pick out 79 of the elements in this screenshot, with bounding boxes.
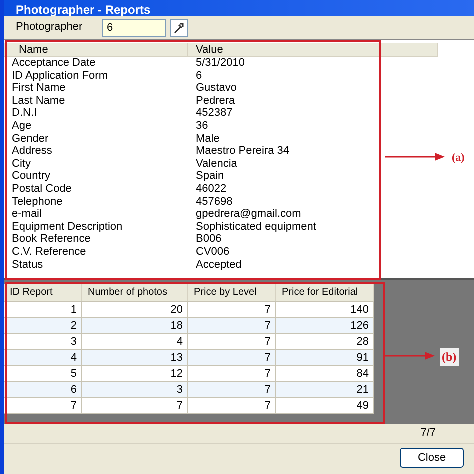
table-cell: 7: [82, 398, 188, 413]
column-header[interactable]: ID Report: [4, 284, 82, 301]
property-value: 457698: [196, 196, 233, 208]
table-cell: 1: [4, 302, 82, 317]
property-name: City: [12, 158, 32, 170]
property-value: 5/31/2010: [196, 57, 245, 70]
property-value: Male: [196, 132, 220, 146]
property-name: Address: [12, 145, 54, 158]
property-value: Pedrera: [196, 94, 236, 108]
property-name: Telephone: [12, 196, 64, 208]
window-title: Photographer - Reports: [16, 4, 151, 16]
property-name: First Name: [12, 82, 67, 95]
column-header[interactable]: Price by Level: [188, 284, 276, 301]
table-cell: 3: [4, 334, 82, 349]
table-cell: 84: [276, 366, 374, 381]
table-cell: 12: [82, 366, 188, 381]
table-cell: 21: [276, 382, 374, 397]
annotation-label: (a): [452, 151, 465, 166]
arrow: [385, 352, 435, 360]
table-cell: 4: [82, 334, 188, 349]
property-value: Valencia: [196, 158, 238, 170]
table-cell: 13: [82, 350, 188, 365]
record-counter: 7/7: [420, 426, 436, 442]
property-value: 36: [196, 120, 208, 133]
close-button[interactable]: Close: [400, 448, 464, 468]
table-cell: 7: [188, 302, 276, 317]
column-header[interactable]: Price for Editorial: [276, 284, 374, 301]
table-cell: 7: [188, 350, 276, 365]
table-cell: 7: [188, 398, 276, 413]
property-name: Status: [12, 258, 44, 272]
property-value: CV006: [196, 246, 230, 258]
table-cell: 126: [276, 318, 374, 333]
property-name: Age: [12, 120, 33, 133]
table-cell: 7: [188, 366, 276, 381]
table-cell: 18: [82, 318, 188, 333]
property-name: Acceptance Date: [12, 57, 97, 70]
property-value: 6: [196, 70, 202, 82]
property-name: e-mail: [12, 208, 43, 221]
property-value: B006: [196, 233, 222, 246]
property-value: 46022: [196, 182, 227, 196]
table-cell: 6: [4, 382, 82, 397]
table-cell: 140: [276, 302, 374, 317]
property-value: Maestro Pereira 34: [196, 145, 290, 158]
property-name: Last Name: [12, 94, 66, 108]
table-cell: 3: [82, 382, 188, 397]
property-value: gpedrera@gmail.com: [196, 208, 302, 221]
table-cell: 7: [188, 382, 276, 397]
search-button[interactable]: [170, 18, 188, 36]
annotation-label: (b): [440, 348, 459, 366]
wand-icon: [173, 22, 185, 34]
table-cell: 20: [82, 302, 188, 317]
property-name: ID Application Form: [12, 70, 109, 82]
table-cell: 49: [276, 398, 374, 413]
property-name: D.N.I: [12, 107, 38, 120]
table-cell: 28: [276, 334, 374, 349]
column-header[interactable]: Number of photos: [82, 284, 188, 301]
property-value: Sophisticated equipment: [196, 220, 316, 234]
table-cell: 7: [188, 318, 276, 333]
table-cell: 2: [4, 318, 82, 333]
property-name: Book Reference: [12, 233, 92, 246]
table-cell: 7: [188, 334, 276, 349]
property-value: Gustavo: [196, 82, 237, 95]
column-header[interactable]: Value: [188, 43, 438, 56]
field-label: Photographer: [16, 20, 84, 36]
property-name: C.V. Reference: [12, 246, 88, 258]
property-name: Equipment Description: [12, 220, 124, 234]
table-cell: 7: [4, 398, 82, 413]
photographer-field[interactable]: 6: [102, 18, 166, 36]
table-cell: 5: [4, 366, 82, 381]
property-value: Accepted: [196, 258, 242, 272]
property-name: Gender: [12, 132, 50, 146]
property-name: Postal Code: [12, 182, 73, 196]
column-header[interactable]: Name: [4, 43, 188, 56]
property-value: Spain: [196, 170, 224, 183]
property-name: Country: [12, 170, 52, 183]
table-cell: 4: [4, 350, 82, 365]
arrow: [385, 153, 445, 161]
table-cell: 91: [276, 350, 374, 365]
property-value: 452387: [196, 107, 233, 120]
